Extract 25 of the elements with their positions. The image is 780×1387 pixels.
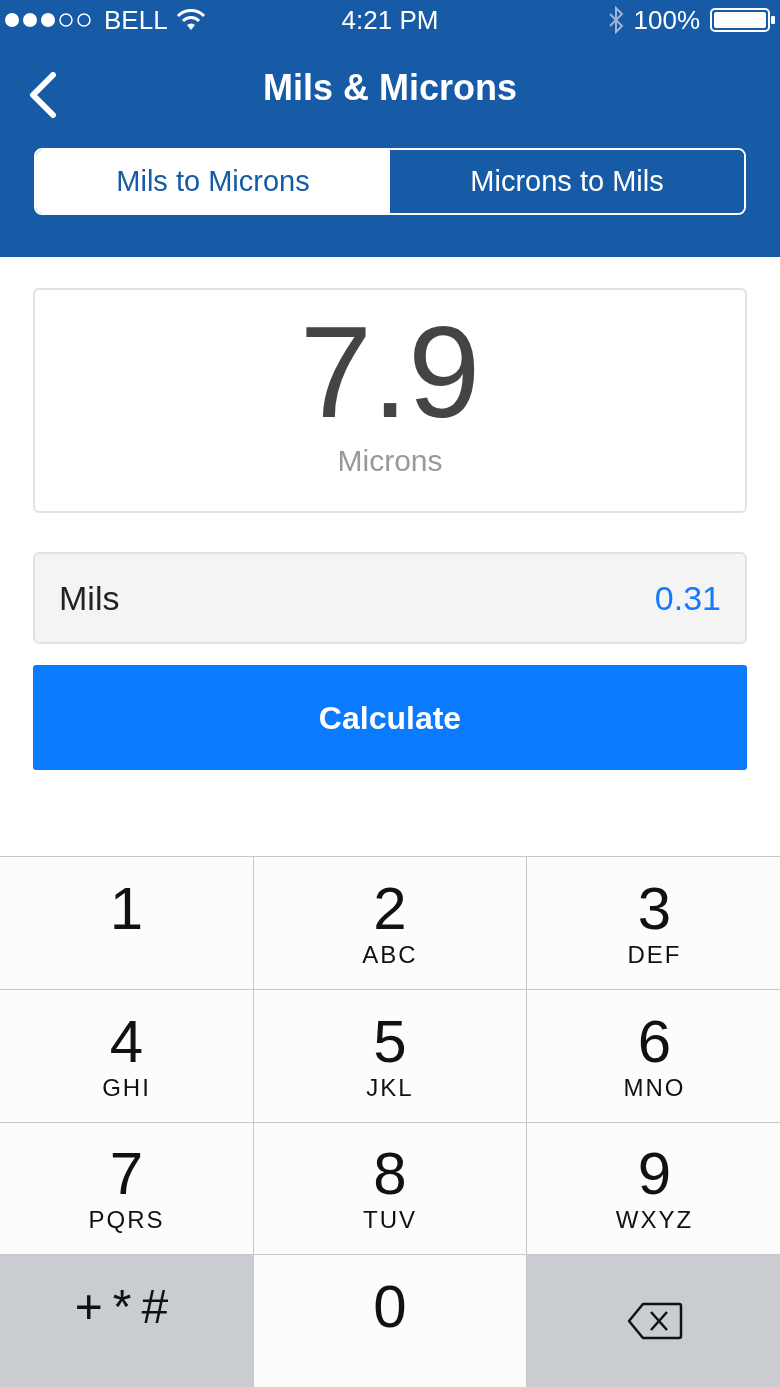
keypad-key[interactable]: 2 ABC	[254, 857, 526, 989]
keypad-key[interactable]: 0	[254, 1255, 526, 1387]
backspace-icon	[626, 1302, 683, 1341]
keypad-key[interactable]: 6 MNO	[527, 989, 780, 1122]
keypad-key[interactable]: 4 GHI	[0, 989, 253, 1122]
result-value: 7.9	[299, 302, 481, 442]
calculate-button[interactable]: Calculate	[33, 665, 747, 770]
keypad-key[interactable]: 1	[0, 857, 253, 989]
symbols-key[interactable]: +*#	[0, 1255, 253, 1387]
keypad-key[interactable]: 8 TUV	[254, 1122, 526, 1255]
battery-percent: 100%	[633, 3, 700, 37]
keypad-key[interactable]: 3 DEF	[527, 857, 780, 989]
segment-tab[interactable]: Mils to Microns	[36, 150, 390, 213]
status-time: 4:21 PM	[341, 3, 439, 37]
wifi-icon	[175, 9, 206, 31]
carrier-name: BELL	[104, 3, 168, 37]
result-unit: Microns	[337, 443, 443, 479]
mils-input-field[interactable]: Mils 0.31	[33, 552, 747, 644]
keypad-key[interactable]: 9 WXYZ	[527, 1122, 780, 1255]
battery-icon	[710, 8, 776, 32]
keypad-key[interactable]: 5 JKL	[254, 989, 526, 1122]
back-chevron-icon	[27, 72, 57, 118]
screen-title: Mils & Microns	[262, 66, 517, 110]
keypad-key[interactable]: 7 PQRS	[0, 1122, 253, 1255]
bluetooth-icon	[607, 6, 624, 34]
